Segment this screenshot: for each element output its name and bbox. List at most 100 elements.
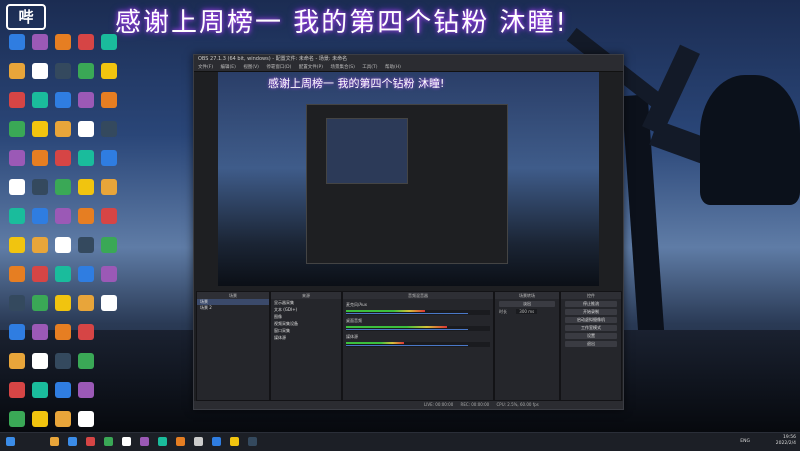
desktop-icon[interactable] xyxy=(75,324,97,340)
start-recording-button[interactable]: 开始录制 xyxy=(565,309,617,315)
desktop-icon[interactable] xyxy=(29,237,51,253)
desktop-icon[interactable] xyxy=(52,266,74,282)
taskbar-app-icon[interactable] xyxy=(50,437,59,446)
desktop-icon[interactable] xyxy=(75,266,97,282)
menu-help[interactable]: 帮助(H) xyxy=(385,65,401,70)
desktop-icon[interactable] xyxy=(6,63,28,79)
desktop-icon[interactable] xyxy=(6,150,28,166)
desktop-icon[interactable] xyxy=(75,353,97,369)
menu-file[interactable]: 文件(F) xyxy=(198,65,213,70)
start-icon[interactable] xyxy=(6,437,15,446)
desktop-icon[interactable] xyxy=(75,382,97,398)
exit-button[interactable]: 退出 xyxy=(565,341,617,347)
desktop-icon[interactable] xyxy=(98,150,120,166)
desktop-icon[interactable] xyxy=(29,266,51,282)
taskbar-app-icon[interactable] xyxy=(248,437,257,446)
taskbar-app-icon[interactable] xyxy=(194,437,203,446)
desktop-icon[interactable] xyxy=(52,411,74,427)
menu-profile[interactable]: 配置文件(P) xyxy=(299,65,323,70)
menu-docks[interactable]: 停靠窗口(D) xyxy=(266,65,291,70)
taskbar-app-icon[interactable] xyxy=(176,437,185,446)
desktop-icon[interactable] xyxy=(75,179,97,195)
studio-mode-button[interactable]: 工作室模式 xyxy=(565,325,617,331)
desktop-icon[interactable] xyxy=(52,382,74,398)
volume-fader[interactable] xyxy=(346,313,469,314)
desktop-icon[interactable] xyxy=(98,121,120,137)
desktop-icon[interactable] xyxy=(98,266,120,282)
menu-view[interactable]: 视图(V) xyxy=(243,65,259,70)
desktop-icon[interactable] xyxy=(29,411,51,427)
desktop-icon[interactable] xyxy=(98,208,120,224)
desktop-icon[interactable] xyxy=(29,353,51,369)
volume-meter[interactable] xyxy=(346,342,490,347)
taskbar-app-icon[interactable] xyxy=(104,437,113,446)
taskbar-app-icon[interactable] xyxy=(140,437,149,446)
desktop-icon[interactable] xyxy=(29,324,51,340)
volume-meter[interactable] xyxy=(346,310,490,315)
desktop-icon[interactable] xyxy=(6,208,28,224)
desktop-icon[interactable] xyxy=(29,150,51,166)
desktop-icon[interactable] xyxy=(29,121,51,137)
desktop-icon[interactable] xyxy=(75,150,97,166)
desktop-icon[interactable] xyxy=(52,237,74,253)
obs-window[interactable]: OBS 27.1.3 (64 bit, windows) - 配置文件: 未命名… xyxy=(193,54,624,410)
desktop-icon[interactable] xyxy=(52,353,74,369)
desktop-icon[interactable] xyxy=(75,208,97,224)
source-item[interactable]: 窗口采集 xyxy=(271,327,341,334)
taskbar-app-icon[interactable] xyxy=(158,437,167,446)
volume-meter[interactable] xyxy=(346,326,490,331)
taskbar-app-icon[interactable] xyxy=(68,437,77,446)
desktop-icon[interactable] xyxy=(6,324,28,340)
source-item[interactable]: 视频采集设备 xyxy=(271,320,341,327)
desktop-icon[interactable] xyxy=(75,34,97,50)
source-item[interactable]: 图像 xyxy=(271,313,341,320)
taskbar-app-icon[interactable] xyxy=(122,437,131,446)
taskbar-app-icon[interactable] xyxy=(86,437,95,446)
desktop-icon[interactable] xyxy=(6,295,28,311)
desktop-icon[interactable] xyxy=(98,92,120,108)
desktop-icon[interactable] xyxy=(29,92,51,108)
source-item[interactable]: 媒体源 xyxy=(271,334,341,341)
transition-select[interactable]: 淡出 xyxy=(499,301,555,307)
obs-titlebar[interactable]: OBS 27.1.3 (64 bit, windows) - 配置文件: 未命名… xyxy=(194,55,623,64)
desktop-icon[interactable] xyxy=(52,92,74,108)
stop-streaming-button[interactable]: 停止推流 xyxy=(565,301,617,307)
desktop-icon[interactable] xyxy=(6,237,28,253)
desktop-icon[interactable] xyxy=(29,382,51,398)
desktop-icon[interactable] xyxy=(52,324,74,340)
scene-item[interactable]: 场景 2 xyxy=(197,305,269,311)
desktop-icon[interactable] xyxy=(52,63,74,79)
desktop-icon[interactable] xyxy=(29,34,51,50)
desktop-icon[interactable] xyxy=(98,295,120,311)
clock-date[interactable]: 2022/2/4 xyxy=(776,441,796,447)
desktop-icon[interactable] xyxy=(29,179,51,195)
desktop-icon[interactable] xyxy=(98,237,120,253)
desktop-icon[interactable] xyxy=(29,63,51,79)
desktop-icon[interactable] xyxy=(6,34,28,50)
duration-value[interactable]: 300 ms xyxy=(516,309,538,314)
desktop-icon[interactable] xyxy=(75,411,97,427)
taskbar-app-icon[interactable] xyxy=(212,437,221,446)
desktop-icon[interactable] xyxy=(52,150,74,166)
obs-preview[interactable]: 感谢上周榜一 我的第四个钻粉 沐瞳! xyxy=(218,72,599,286)
desktop-icon[interactable] xyxy=(52,295,74,311)
desktop-icon[interactable] xyxy=(52,34,74,50)
desktop-icon[interactable] xyxy=(98,63,120,79)
desktop-icon[interactable] xyxy=(75,92,97,108)
desktop-icon[interactable] xyxy=(6,92,28,108)
desktop-icon[interactable] xyxy=(75,63,97,79)
desktop-icon[interactable] xyxy=(29,208,51,224)
desktop-icon[interactable] xyxy=(6,382,28,398)
desktop-icon[interactable] xyxy=(6,179,28,195)
input-language[interactable]: ENG xyxy=(740,439,750,445)
source-item[interactable]: 文本 (GDI+) xyxy=(271,306,341,313)
desktop-icon[interactable] xyxy=(29,295,51,311)
desktop-icon[interactable] xyxy=(52,179,74,195)
desktop-icon[interactable] xyxy=(75,295,97,311)
desktop-icon[interactable] xyxy=(75,237,97,253)
virtual-camera-button[interactable]: 启动虚拟摄像机 xyxy=(565,317,617,323)
desktop-icon[interactable] xyxy=(6,411,28,427)
volume-fader[interactable] xyxy=(346,345,469,346)
desktop-icon[interactable] xyxy=(98,179,120,195)
taskbar-app-icon[interactable] xyxy=(230,437,239,446)
